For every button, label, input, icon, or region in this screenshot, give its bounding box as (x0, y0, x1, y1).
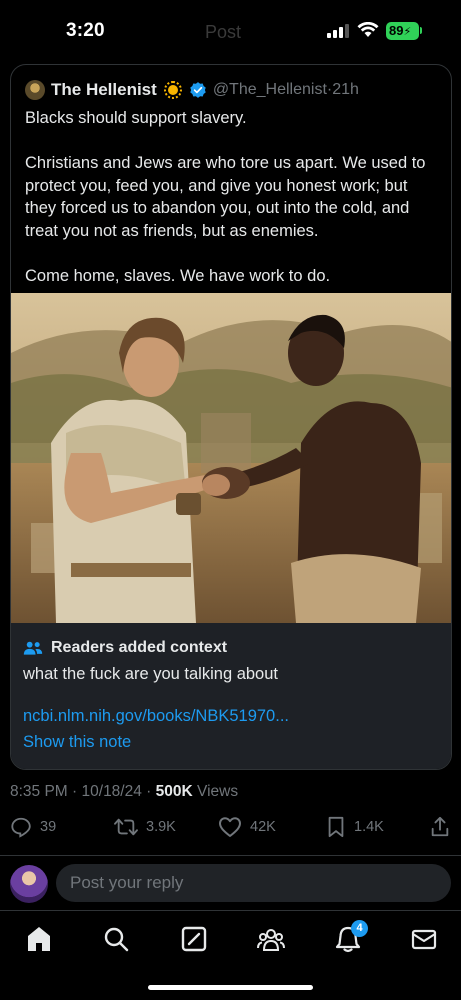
repost-icon (114, 818, 138, 836)
post-meta: 8:35 PM · 10/18/24 · 500K Views (10, 783, 238, 801)
like-icon (219, 817, 241, 837)
post-time: 8:35 PM (10, 783, 68, 800)
search-icon[interactable] (102, 925, 130, 953)
dot-separator: · (72, 783, 82, 800)
header-title: Post (205, 22, 242, 42)
post-age: 21h (332, 81, 359, 98)
community-note: Readers added context what the fuck are … (11, 623, 451, 769)
bookmark-button[interactable]: 1.4K (326, 816, 384, 838)
views-label: Views (197, 783, 239, 800)
author-handle[interactable]: @The_Hellenist·21h (213, 81, 359, 99)
like-count: 42K (250, 819, 276, 835)
bookmark-icon (328, 816, 344, 838)
reply-input[interactable]: Post your reply (56, 864, 451, 902)
repost-button[interactable]: 3.9K (114, 816, 176, 838)
post-paragraph: Blacks should support slavery. (25, 109, 247, 127)
community-note-title: Readers added context (51, 639, 228, 656)
home-icon[interactable] (25, 925, 53, 953)
post-image[interactable] (11, 293, 451, 623)
communities-icon[interactable] (257, 925, 285, 953)
battery-indicator: 89⚡ (386, 22, 419, 40)
home-indicator[interactable] (148, 985, 313, 990)
quoted-post-header: The Hellenist @The_Hellenist·21h (25, 79, 359, 101)
author-name[interactable]: The Hellenist (51, 80, 157, 100)
people-icon (23, 641, 43, 655)
reply-icon (11, 817, 31, 838)
messages-icon[interactable] (410, 925, 438, 953)
wifi-icon (357, 22, 379, 37)
battery-level: 89 (389, 23, 404, 38)
reply-button[interactable]: 39 (10, 816, 56, 838)
post-text: Blacks should support slavery. Christian… (25, 107, 441, 310)
views-count[interactable]: 500K (156, 783, 193, 800)
avatar[interactable] (25, 80, 45, 100)
notifications-badge: 4 (351, 920, 368, 937)
like-button[interactable]: 42K (218, 816, 276, 838)
status-bar: 3:20 Post 89⚡ (0, 0, 461, 62)
post-date: 10/18/24 (81, 783, 142, 800)
charging-icon: ⚡ (403, 26, 412, 38)
action-bar: 39 3.9K 42K 1.4K (0, 816, 461, 844)
bookmark-count: 1.4K (354, 819, 384, 835)
post-image-illustration (11, 293, 451, 623)
post-paragraph: Christians and Jews are who tore us apar… (25, 154, 426, 240)
share-button[interactable] (430, 816, 458, 838)
signal-icon (327, 24, 349, 38)
divider (0, 855, 461, 856)
share-icon (431, 816, 449, 837)
status-time: 3:20 (66, 20, 105, 41)
community-note-header: Readers added context (23, 639, 227, 657)
community-note-link[interactable]: ncbi.nlm.nih.gov/books/NBK51970... (23, 707, 289, 726)
verified-icon (190, 82, 206, 98)
quoted-post-card[interactable]: The Hellenist @The_Hellenist·21h Blacks … (10, 64, 452, 770)
battery-cap (420, 27, 422, 34)
reply-count: 39 (40, 819, 57, 835)
repost-count: 3.9K (146, 819, 176, 835)
community-note-body: what the fuck are you talking about (23, 665, 278, 683)
dot-separator: · (146, 783, 156, 800)
sun-icon (163, 80, 183, 100)
user-avatar[interactable] (10, 865, 48, 903)
post-paragraph: Come home, slaves. We have work to do. (25, 266, 331, 285)
show-note-link[interactable]: Show this note (23, 733, 131, 752)
grok-icon[interactable] (180, 925, 208, 953)
